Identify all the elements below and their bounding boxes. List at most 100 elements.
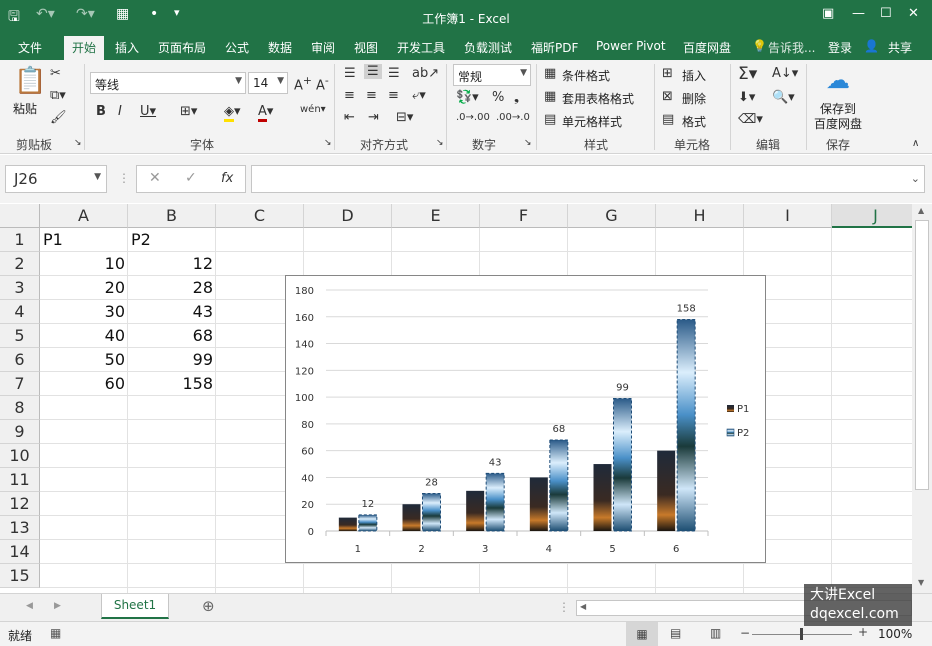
fill-color-icon[interactable]: ◈▾ [224,104,241,122]
row-header-3[interactable]: 3 [0,276,40,300]
increase-indent-icon[interactable]: ⇥ [368,110,379,125]
orientation-icon[interactable]: ab↗ [412,66,439,81]
row-header-1[interactable]: 1 [0,228,40,252]
maximize-icon[interactable]: ☐ [880,6,892,21]
cell-b5[interactable]: 68 [128,324,216,348]
insert-function-icon[interactable]: fx [221,171,233,186]
column-header-f[interactable]: F [480,204,568,228]
comma-style-icon[interactable]: ❟ [514,90,519,105]
increase-decimal-icon[interactable]: .0→.00 [456,112,490,123]
autosum-icon[interactable]: Σ▾ [738,64,757,84]
cell-a2[interactable]: 10 [40,252,128,276]
share-button[interactable]: 共享 [888,39,912,56]
tab-load-test[interactable]: 负载测试 [464,39,512,56]
column-header-g[interactable]: G [568,204,656,228]
column-header-h[interactable]: H [656,204,744,228]
italic-icon[interactable]: I [118,104,122,119]
align-middle-icon[interactable]: ☰ [364,64,382,79]
underline-icon[interactable]: U▾ [140,104,156,119]
scroll-up-icon[interactable]: ▲ [918,206,924,215]
borders-icon[interactable]: ⊞▾ [180,104,197,119]
column-header-b[interactable]: B [128,204,216,228]
clipboard-launcher-icon[interactable]: ↘ [74,138,82,148]
clear-icon[interactable]: ⌫▾ [738,112,763,127]
cell-a6[interactable]: 50 [40,348,128,372]
column-header-i[interactable]: I [744,204,832,228]
cut-icon[interactable]: ✂ [50,66,61,81]
cell-b2[interactable]: 12 [128,252,216,276]
login-link[interactable]: 登录 [828,39,852,56]
column-header-j[interactable]: J [832,204,912,228]
number-format-combo[interactable]: 常规 ▼ [453,64,531,86]
page-layout-view-icon[interactable]: ▤ [670,626,681,640]
cell-a3[interactable]: 20 [40,276,128,300]
vertical-scrollbar[interactable]: ▲ ▼ [912,204,932,593]
macro-record-icon[interactable]: ▦ [50,626,61,640]
grow-font-icon[interactable]: A+ [294,74,312,93]
alignment-launcher-icon[interactable]: ↘ [436,138,444,148]
worksheet-grid[interactable]: ABCDEFGHIJ 1 2 3 4 5 6 7 8 9 10 11 12 13 14 15 P1 P2 1… [0,204,912,593]
collapse-ribbon-icon[interactable]: ∧ [912,138,919,149]
cell-a7[interactable]: 60 [40,372,128,396]
paste-button[interactable]: 粘贴 [13,100,37,117]
cell-a4[interactable]: 30 [40,300,128,324]
column-header-e[interactable]: E [392,204,480,228]
delete-cells-button[interactable]: 删除 [682,90,706,107]
tell-me-box[interactable]: 告诉我... [768,39,815,56]
number-launcher-icon[interactable]: ↘ [524,138,532,148]
baidu-cloud-icon[interactable]: ☁ [826,66,850,94]
close-icon[interactable]: ✕ [908,6,919,21]
tab-page-layout[interactable]: 页面布局 [158,39,206,56]
row-header-13[interactable]: 13 [0,516,40,540]
phonetic-icon[interactable]: wén▾ [300,104,326,115]
align-bottom-icon[interactable]: ☰ [388,66,400,81]
normal-view-icon[interactable]: ▦ [626,622,658,646]
tab-insert[interactable]: 插入 [115,39,139,56]
fill-icon[interactable]: ⬇▾ [738,90,755,105]
row-header-4[interactable]: 4 [0,300,40,324]
font-launcher-icon[interactable]: ↘ [324,138,332,148]
font-color-icon[interactable]: A▾ [258,104,273,122]
save-to-baidu-line2[interactable]: 百度网盘 [814,115,862,132]
column-header-d[interactable]: D [304,204,392,228]
row-header-6[interactable]: 6 [0,348,40,372]
next-sheet-icon[interactable]: ▶ [54,601,61,611]
scroll-thumb[interactable] [915,220,929,490]
zoom-in-icon[interactable]: + [858,625,868,639]
cell-a1[interactable]: P1 [40,228,66,252]
tab-file[interactable]: 文件 [18,39,42,56]
tab-baidu-disk[interactable]: 百度网盘 [683,39,731,56]
wrap-text-icon[interactable]: ⤶▾ [412,88,426,103]
tab-foxit-pdf[interactable]: 福昕PDF [531,39,578,56]
cell-styles-button[interactable]: 单元格样式 [562,113,622,130]
row-header-12[interactable]: 12 [0,492,40,516]
minimize-icon[interactable]: — [852,6,865,21]
row-header-9[interactable]: 9 [0,420,40,444]
chart[interactable]: 0 20 40 60 80 100 120 140 160 180 12 1 28 2 43 3 68 4 99 5 1… [285,275,766,563]
align-left-icon[interactable]: ≡ [344,88,355,103]
row-header-2[interactable]: 2 [0,252,40,276]
bold-icon[interactable]: B [96,104,106,119]
scroll-down-icon[interactable]: ▼ [918,578,924,587]
row-header-10[interactable]: 10 [0,444,40,468]
row-header-5[interactable]: 5 [0,324,40,348]
sheet-tab-sheet1[interactable]: Sheet1 [101,594,169,619]
cell-b6[interactable]: 99 [128,348,216,372]
zoom-slider-thumb[interactable] [800,628,803,640]
align-center-icon[interactable]: ≡ [366,88,377,103]
zoom-out-icon[interactable]: − [740,626,750,640]
copy-icon[interactable]: ⧉▾ [50,88,66,103]
sort-filter-icon[interactable]: A↓▾ [772,66,798,81]
enter-icon[interactable]: ✓ [185,170,197,186]
decrease-decimal-icon[interactable]: .00→.0 [496,112,530,123]
tab-data[interactable]: 数据 [268,39,292,56]
expand-formula-icon[interactable]: ⌄ [911,172,920,185]
formula-input[interactable]: ⌄ [251,165,925,193]
font-size-combo[interactable]: 14 ▼ [248,72,288,94]
percent-icon[interactable]: % [492,90,504,105]
tab-view[interactable]: 视图 [354,39,378,56]
row-header-7[interactable]: 7 [0,372,40,396]
tab-developer[interactable]: 开发工具 [397,39,445,56]
row-header-14[interactable]: 14 [0,540,40,564]
name-box[interactable]: J26 ▼ [5,165,107,193]
